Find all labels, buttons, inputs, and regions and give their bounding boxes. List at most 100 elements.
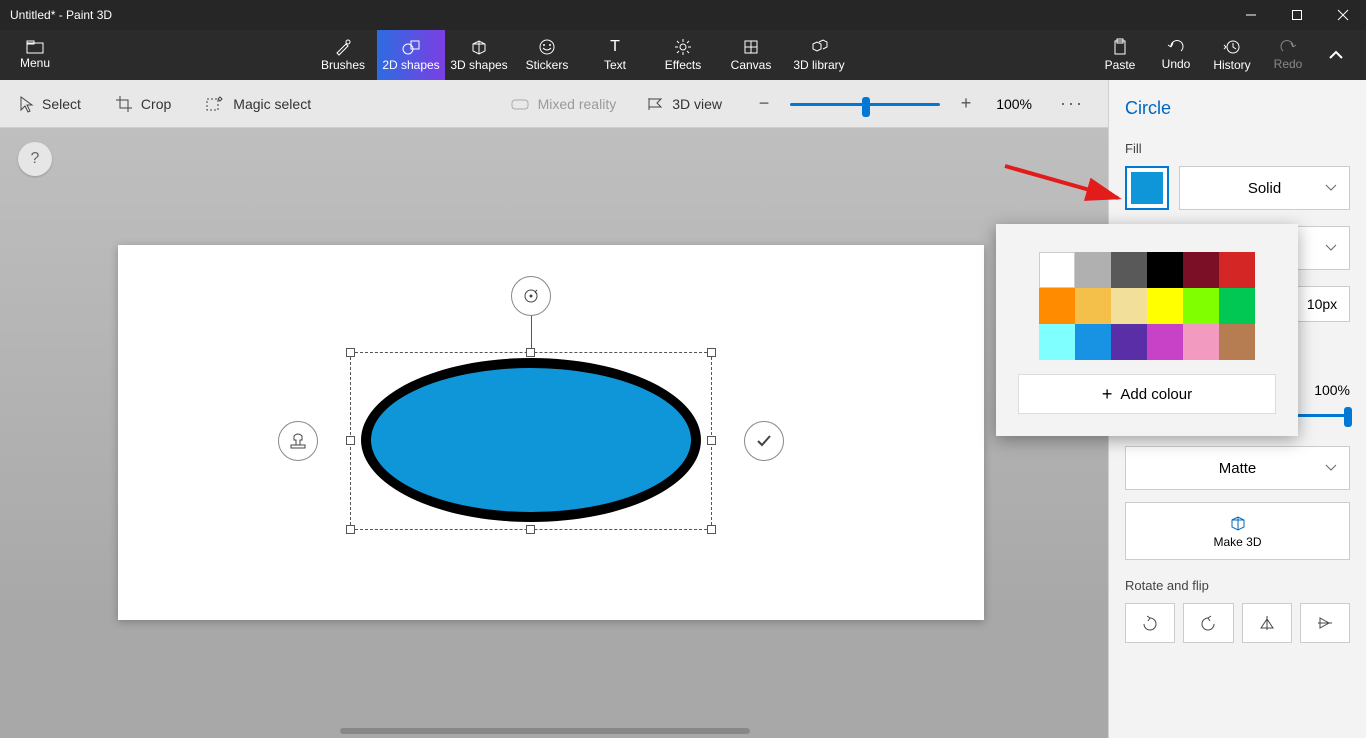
thickness-input[interactable]: 10px [1294,286,1350,322]
tab-3d-library[interactable]: 3D library [785,30,853,80]
fill-color-swatch[interactable] [1125,166,1169,210]
palette-color[interactable] [1219,288,1255,324]
palette-color[interactable] [1183,288,1219,324]
palette-color[interactable] [1183,324,1219,360]
zoom-in-button[interactable]: + [954,93,978,114]
fill-type-dropdown[interactable]: Solid [1179,166,1350,210]
zoom-slider[interactable] [790,94,940,114]
crop-tool[interactable]: Crop [115,95,171,113]
tab-label: Stickers [526,58,569,72]
3d-view-button[interactable]: 3D view [646,96,722,112]
palette-color[interactable] [1183,252,1219,288]
tool-label: Crop [141,96,171,112]
fill-label: Fill [1125,141,1350,156]
tool-label: Select [42,96,81,112]
tab-label: 3D library [793,58,844,72]
tab-label: Canvas [731,58,772,72]
palette-color[interactable] [1111,252,1147,288]
canvas[interactable] [118,245,984,620]
chevron-down-icon [1325,464,1337,472]
palette-color[interactable] [1075,288,1111,324]
opacity-value: 100% [1314,382,1350,398]
workspace: ? [0,128,1108,738]
rotate-left-button[interactable] [1125,603,1175,643]
palette-color[interactable] [1147,252,1183,288]
palette-color[interactable] [1039,288,1075,324]
more-button[interactable]: ··· [1060,93,1084,114]
history-button[interactable]: History [1204,38,1260,72]
undo-button[interactable]: Undo [1148,39,1204,71]
btn-label: History [1213,58,1250,72]
tool-label: Magic select [233,96,311,112]
btn-label: Redo [1274,57,1303,71]
flip-horizontal-button[interactable] [1242,603,1292,643]
stamp-button[interactable] [278,421,318,461]
commit-button[interactable] [744,421,784,461]
brush-icon [334,38,352,56]
material-dropdown[interactable]: Matte [1125,446,1350,490]
rotate-right-button[interactable] [1183,603,1233,643]
help-button[interactable]: ? [18,142,52,176]
history-icon [1223,38,1241,56]
rotate-handle[interactable] [511,276,551,316]
paste-button[interactable]: Paste [1092,38,1148,72]
handle-ml[interactable] [346,436,355,445]
menu-button[interactable]: Menu [0,30,70,80]
palette-color[interactable] [1075,324,1111,360]
menu-label: Menu [20,56,50,70]
undo-icon [1167,39,1185,55]
dropdown-label: Solid [1248,180,1281,197]
handle-br[interactable] [707,525,716,534]
tab-effects[interactable]: Effects [649,30,717,80]
selection-box[interactable] [350,352,712,530]
palette-color[interactable] [1039,252,1075,288]
tab-stickers[interactable]: Stickers [513,30,581,80]
plus-icon: + [1102,384,1113,405]
palette-color[interactable] [1075,252,1111,288]
palette-color[interactable] [1147,324,1183,360]
palette-color[interactable] [1039,324,1075,360]
handle-tr[interactable] [707,348,716,357]
zoom-out-button[interactable]: − [752,93,776,114]
horizontal-scrollbar[interactable] [340,728,750,734]
select-tool[interactable]: Select [18,95,81,113]
palette-grid [1039,252,1255,360]
chevron-down-icon [1325,244,1337,252]
tab-text[interactable]: T Text [581,30,649,80]
add-colour-button[interactable]: + Add colour [1018,374,1276,414]
handle-bm[interactable] [526,525,535,534]
magic-select-tool[interactable]: Magic select [205,95,311,113]
make-3d-button[interactable]: Make 3D [1125,502,1350,560]
tab-2d-shapes[interactable]: 2D shapes [377,30,445,80]
redo-button: Redo [1260,39,1316,71]
tab-label: 3D shapes [450,58,507,72]
crop-icon [115,95,133,113]
rotate-flip-label: Rotate and flip [1125,578,1350,593]
handle-tl[interactable] [346,348,355,357]
tab-label: Effects [665,58,701,72]
text-icon: T [610,38,620,56]
canvas-icon [742,38,760,56]
tab-3d-shapes[interactable]: 3D shapes [445,30,513,80]
handle-mr[interactable] [707,436,716,445]
library-icon [809,38,829,56]
tab-label: Brushes [321,58,365,72]
palette-color[interactable] [1111,324,1147,360]
tab-brushes[interactable]: Brushes [309,30,377,80]
folder-icon [26,40,44,54]
minimize-button[interactable] [1228,0,1274,30]
palette-color[interactable] [1219,252,1255,288]
chevron-down-icon [1325,184,1337,192]
tool-label: Mixed reality [538,96,617,112]
palette-color[interactable] [1147,288,1183,324]
close-button[interactable] [1320,0,1366,30]
tab-canvas[interactable]: Canvas [717,30,785,80]
palette-color[interactable] [1219,324,1255,360]
flip-vertical-button[interactable] [1300,603,1350,643]
palette-color[interactable] [1111,288,1147,324]
handle-tm[interactable] [526,348,535,357]
expand-panel-button[interactable] [1316,50,1356,60]
maximize-button[interactable] [1274,0,1320,30]
mr-icon [510,96,530,112]
handle-bl[interactable] [346,525,355,534]
